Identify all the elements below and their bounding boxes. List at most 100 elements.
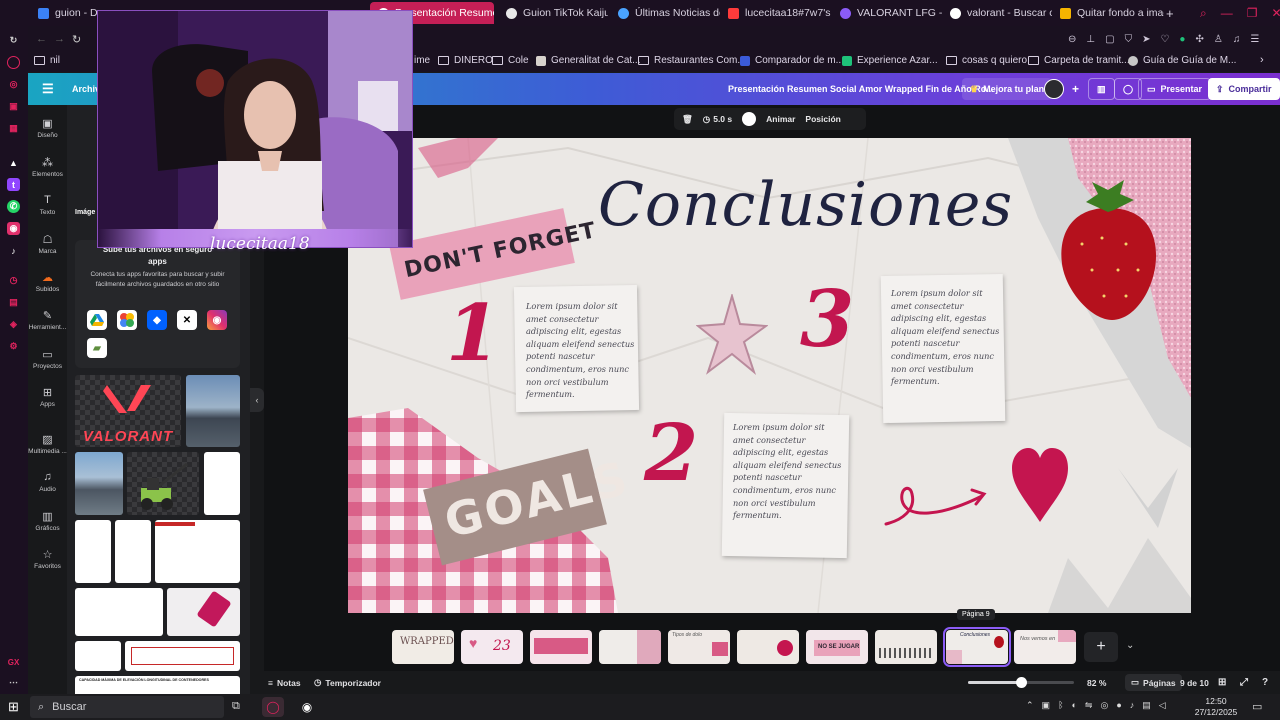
note-text-2[interactable]: Lorem ipsum dolor sit amet consectetur a… — [733, 421, 841, 522]
profile-icon[interactable]: ♙ — [1214, 34, 1223, 45]
nav-design[interactable]: ▣ Diseño — [28, 117, 67, 139]
nav-charts[interactable]: ▥ Gráficos — [28, 510, 67, 532]
position-button[interactable]: Posición — [805, 114, 840, 124]
volume-icon[interactable]: ◁ — [1159, 700, 1166, 711]
tray-app-icon[interactable]: ◎ — [1100, 700, 1108, 711]
mail-icon[interactable]: ▦ — [7, 122, 20, 135]
back-icon[interactable]: ← — [36, 33, 47, 45]
forward-icon[interactable]: → — [54, 33, 65, 45]
upload-thumb-photo[interactable] — [186, 375, 240, 447]
fullscreen-icon[interactable]: ⤢ — [1240, 677, 1248, 688]
tray-app-icon[interactable]: ● — [1116, 700, 1121, 711]
images-tab[interactable]: Imáge — [75, 209, 95, 216]
bookmark-site[interactable]: Guía de Guía de M... — [1128, 55, 1236, 66]
nav-projects[interactable]: ▭ Proyectos — [28, 348, 67, 370]
tab-valorant-lfg[interactable]: VALORANT LFG - Ga — [832, 2, 942, 24]
duration-button[interactable]: ◷ 5.0 s — [703, 114, 732, 125]
upload-thumb-doc[interactable] — [204, 452, 240, 515]
add-page-button[interactable]: + — [1084, 632, 1118, 662]
nav-apps[interactable]: ⊞ Apps — [28, 386, 67, 408]
page-thumb-4[interactable] — [599, 630, 661, 664]
upload-thumb-doc[interactable] — [75, 588, 163, 636]
bookmark-folder[interactable]: Carpeta de tramit... — [1028, 55, 1130, 66]
color-picker[interactable] — [742, 112, 757, 126]
tab-valorant-buscar[interactable]: valorant - Buscar con — [942, 2, 1052, 24]
upload-thumb-doc[interactable] — [75, 641, 121, 671]
page-thumb-3[interactable] — [530, 630, 592, 664]
extension-green-icon[interactable]: ● — [1179, 34, 1185, 45]
slide-title[interactable]: Conclusiones — [598, 170, 1013, 240]
animate-button[interactable]: Animar — [766, 114, 795, 124]
shopify-icon[interactable]: ▰ — [87, 338, 107, 358]
bluetooth-icon[interactable]: ᛒ — [1058, 700, 1063, 711]
page-thumb-9-selected[interactable]: Conclusiones — [943, 627, 1011, 667]
nav-text[interactable]: T Texto — [28, 194, 67, 216]
obs-taskbar-icon[interactable]: ◉ — [296, 697, 318, 717]
notifications-tray-icon[interactable]: ▭ — [1252, 700, 1262, 713]
reload-icon[interactable]: ↻ — [72, 33, 81, 46]
taskbar-clock[interactable]: 12:50 27/12/2025 — [1188, 696, 1244, 718]
bookmark-folder[interactable]: Restaurantes Com... — [638, 55, 746, 66]
reload-side-icon[interactable]: ↻ — [7, 34, 20, 47]
tray-chevron-icon[interactable]: ⌃ — [1026, 700, 1034, 711]
page-thumb-5[interactable]: Tipos de dolo — [668, 630, 730, 664]
upload-thumb-doc[interactable] — [75, 520, 111, 583]
bookmark-site[interactable]: Generalitat de Cat... — [536, 55, 641, 66]
number-1[interactable]: 1 — [446, 288, 500, 379]
google-photos-icon[interactable] — [117, 310, 137, 330]
delete-icon[interactable]: 🗑 — [682, 114, 693, 125]
note-text-3[interactable]: Lorem ipsum dolor sit amet consectetur a… — [891, 287, 999, 388]
present-button[interactable]: ▭ Presentar — [1138, 78, 1212, 100]
upload-thumb-doc[interactable] — [115, 520, 151, 583]
snapshot-icon[interactable]: ▢ — [1105, 34, 1114, 45]
collapse-panel-button[interactable]: ‹ — [250, 388, 264, 412]
zoom-slider-handle[interactable] — [1016, 677, 1027, 688]
upload-thumb-doc[interactable] — [167, 588, 240, 636]
messenger-icon[interactable]: ▣ — [7, 100, 20, 113]
note-text-1[interactable]: Lorem ipsum dolor sit amet consectetur a… — [526, 300, 634, 401]
more-bookmarks-icon[interactable]: › — [1260, 54, 1264, 66]
taskbar-search[interactable]: ⌕ Buscar — [30, 696, 224, 718]
tray-app-icon[interactable]: ◐ — [1071, 700, 1076, 711]
upload-thumb-valorant[interactable]: VALORANT — [75, 375, 181, 447]
nav-multimedia[interactable]: ▨ Multimedia ... — [28, 433, 67, 455]
pin-icon[interactable]: ⊥ — [1086, 34, 1095, 45]
upload-thumb-doc[interactable] — [125, 641, 240, 671]
downloads-icon[interactable]: ▤ — [7, 296, 20, 309]
history-icon[interactable]: ◷ — [7, 274, 20, 287]
number-3[interactable]: 3 — [800, 274, 854, 365]
tab-noticias[interactable]: Últimas Noticias de A — [610, 2, 720, 24]
bookmarks-side-icon[interactable]: ◈ — [7, 318, 20, 331]
opera-gx-taskbar-icon[interactable]: ◯ — [262, 697, 284, 717]
tab-quitar-fondo[interactable]: Quitar fondo a image — [1052, 2, 1164, 24]
bookmark-folder[interactable]: cosas q quiero — [946, 55, 1027, 66]
bookmark-folder[interactable]: DINERO — [438, 55, 493, 66]
microphone-icon[interactable]: ♪ — [1130, 700, 1135, 711]
task-view-icon[interactable]: ⧉ — [232, 700, 240, 713]
send-icon[interactable]: ➤ — [1142, 34, 1150, 45]
minimize-icon[interactable]: — — [1221, 6, 1233, 20]
close-icon[interactable]: ✕ — [1272, 6, 1280, 20]
aria-icon[interactable]: ▲ — [7, 156, 20, 169]
windows-start-icon[interactable]: ⊞ — [8, 699, 19, 715]
add-collaborator-button[interactable]: + — [1064, 78, 1087, 100]
media-icon[interactable]: ◎ — [7, 78, 20, 91]
new-tab-button[interactable]: + — [1162, 2, 1182, 24]
usb-icon[interactable]: ⇋ — [1085, 700, 1093, 711]
more-side-icon[interactable]: ⋯ — [7, 676, 20, 689]
home-icon[interactable] — [7, 56, 20, 69]
bookmark-folder[interactable]: ime — [414, 55, 430, 66]
gx-icon[interactable]: GX — [7, 656, 20, 669]
settings-icon[interactable]: ⚙ — [7, 340, 20, 353]
nav-elements[interactable]: ⁂ Elementos — [28, 156, 67, 178]
search-tabs-icon[interactable]: ⌕ — [1200, 6, 1207, 21]
timer-button[interactable]: ◷ Temporizador — [314, 677, 381, 688]
menu-icon[interactable]: ☰ — [1250, 34, 1259, 45]
number-2[interactable]: 2 — [644, 408, 698, 499]
page-thumb-1[interactable]: WRAPPED — [392, 630, 454, 664]
upload-thumb-photo[interactable] — [75, 452, 123, 515]
hamburger-icon[interactable]: ☰ — [34, 78, 62, 100]
zoom-slider[interactable] — [968, 677, 1074, 688]
pages-toggle-button[interactable]: ▭ Páginas — [1125, 674, 1182, 691]
upload-thumb-doc[interactable] — [155, 520, 240, 583]
